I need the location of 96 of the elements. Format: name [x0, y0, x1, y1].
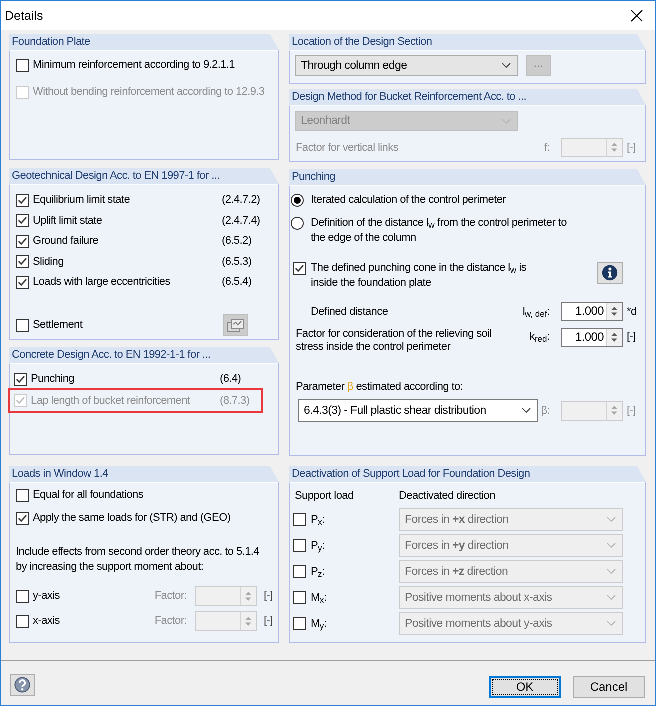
- checkbox-label: y-axis: [33, 590, 60, 602]
- radio-button[interactable]: [291, 216, 304, 230]
- symbol-label: l$_{w, def}$:: [522, 306, 550, 318]
- group-title: Location of the Design Section: [289, 34, 646, 50]
- checkbox[interactable]: [16, 488, 29, 502]
- checkbox[interactable]: [16, 214, 29, 228]
- chevron-down-icon: [607, 595, 616, 600]
- reference-label: (2.4.7.2): [222, 194, 262, 206]
- dialog-button[interactable]: Cancel: [573, 676, 645, 698]
- symbol-label: f:: [544, 142, 550, 154]
- unit-label: [-]: [626, 330, 637, 345]
- group-title: Geotechnical Design Acc. to EN 1997-1 for ...: [9, 168, 279, 184]
- chevron-down-icon: [607, 621, 616, 626]
- chevron-down-icon: [607, 569, 616, 574]
- up-down-arrows-icon: [611, 306, 618, 317]
- factor-label: Factor:: [154, 590, 187, 602]
- symbol-label: k$_{red}$:: [530, 330, 550, 346]
- dialog-button[interactable]: OK: [489, 676, 561, 698]
- checkbox-label: Ground failure: [33, 235, 99, 248]
- group-title: Concrete Design Acc. to EN 1992-1-1 for ...: [9, 347, 279, 363]
- close-icon: [631, 10, 643, 22]
- up-down-arrows-icon: [611, 405, 618, 416]
- checkbox-label: P$_{y}$:: [311, 540, 326, 552]
- factor-label: Factor for vertical links: [295, 142, 400, 154]
- chevron-down-icon: [607, 517, 616, 522]
- info-icon: [602, 265, 618, 281]
- reference-label: (6.5.2): [222, 235, 253, 248]
- checkbox-label: x-axis: [33, 615, 60, 627]
- checkbox-label: Loads with large eccentricities: [33, 276, 170, 288]
- radio-button[interactable]: [291, 194, 304, 207]
- spin-button[interactable]: [606, 329, 622, 346]
- checkbox[interactable]: [14, 372, 27, 386]
- checkbox[interactable]: [16, 58, 29, 72]
- checkbox-label: Punching: [31, 373, 74, 385]
- up-down-arrows-icon: [245, 590, 252, 602]
- up-down-arrows-icon: [611, 142, 618, 153]
- checkbox-label: Settlement: [33, 319, 83, 331]
- window-title: Details: [4, 8, 44, 22]
- column-header: Deactivated direction: [399, 490, 496, 502]
- checkbox[interactable]: [16, 255, 29, 268]
- checkbox-label: M$_{y}$:: [311, 618, 327, 630]
- field-label: Defined distance: [310, 306, 390, 318]
- unit-label: [-]: [263, 590, 274, 602]
- reference-label: (6.5.3): [222, 256, 253, 268]
- group-title: Punching: [289, 169, 646, 185]
- checkbox-label: Lap length of bucket reinforcement: [31, 394, 190, 406]
- chevron-down-icon: [502, 63, 511, 68]
- checkbox-label: Without bending reinforcement according to 12.9.3: [33, 86, 265, 98]
- symbol-label: β:: [541, 404, 550, 416]
- stacked-sheets-icon: [227, 318, 244, 332]
- number-field[interactable]: 1.000: [561, 302, 623, 321]
- checkbox-label: The defined punching cone in the distance l$_{w}$ is inside the foundation plate: [311, 260, 528, 290]
- help-icon: [14, 676, 31, 694]
- radio-label: Iterated calculation of the control perimeter: [311, 193, 508, 208]
- checkbox-label: Minimum reinforcement according to 9.2.1.1: [33, 59, 235, 71]
- unit-label: [-]: [626, 142, 637, 154]
- chevron-down-icon: [522, 408, 531, 413]
- dropdown[interactable]: Through column edge: [295, 55, 518, 76]
- checkbox-label: P$_{z}$:: [311, 566, 326, 578]
- group-title: Foundation Plate: [9, 34, 279, 50]
- info-button[interactable]: [597, 262, 623, 284]
- reference-label: (2.4.7.4): [222, 214, 262, 227]
- note-text: Include effects from second order theory acc. to 5.1.4 by increasing the support moment about:: [16, 544, 260, 574]
- parameter-label: Parameter β estimated according to:: [295, 380, 464, 394]
- checkbox[interactable]: [16, 194, 29, 207]
- checkbox-label: Equilibrium limit state: [33, 194, 130, 206]
- field-label: Factor for consideration of the relieving soil stress inside the control perimeter: [295, 328, 493, 354]
- checkbox[interactable]: [16, 234, 29, 248]
- reference-label: (6.4): [220, 373, 242, 385]
- checkbox[interactable]: [16, 512, 29, 524]
- checkbox-label: Uplift limit state: [33, 214, 102, 227]
- chevron-down-icon: [607, 543, 616, 548]
- group-title: Deactivation of Support Load for Foundation Design: [289, 466, 646, 482]
- checkbox[interactable]: [293, 262, 306, 274]
- checkbox-label: Apply the same loads for (STR) and (GEO): [33, 512, 231, 524]
- checkbox-label: M$_{x}$:: [311, 592, 327, 604]
- group-title: Loads in Window 1.4: [9, 466, 279, 482]
- help-button[interactable]: [10, 674, 35, 696]
- checkbox-label: Sliding: [33, 256, 64, 268]
- number-field[interactable]: 1.000: [561, 328, 623, 347]
- group-title: Design Method for Bucket Reinforcement Acc. to ...: [289, 89, 646, 105]
- checkbox[interactable]: [16, 318, 29, 332]
- up-down-arrows-icon: [245, 616, 252, 626]
- reference-label: (8.7.3): [220, 394, 251, 406]
- unit-label: *d: [626, 306, 638, 318]
- unit-label: [-]: [626, 404, 637, 416]
- factor-label: Factor:: [154, 615, 187, 627]
- column-header: Support load: [295, 490, 355, 502]
- up-down-arrows-icon: [611, 332, 618, 343]
- radio-label: Definition of the distance l$_{w}$ from the control perimeter to the edge of the column: [311, 216, 568, 246]
- spin-button[interactable]: [606, 303, 622, 320]
- checkbox-label: P$_{x}$:: [311, 514, 326, 526]
- checkbox-label: Equal for all foundations: [33, 489, 144, 501]
- checkbox[interactable]: [16, 276, 29, 289]
- reference-label: (6.5.4): [222, 276, 253, 288]
- unit-label: [-]: [263, 615, 274, 627]
